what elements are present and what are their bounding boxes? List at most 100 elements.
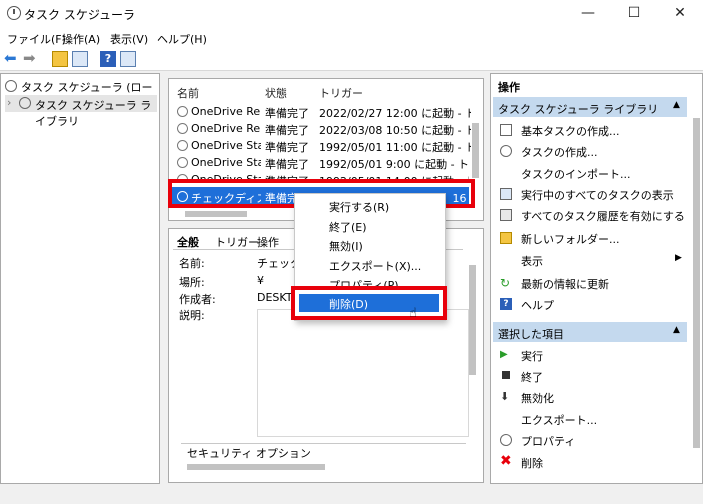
end-icon [502, 371, 510, 379]
table-row[interactable]: OneDrive Sta... 準備完了 1992/05/01 11:00 に起… [169, 137, 471, 154]
action-disable[interactable]: 無効化 [521, 390, 554, 406]
collapse-up-icon[interactable]: ▲ [673, 100, 680, 110]
toolbar: ⬅ ➡ ? [0, 48, 703, 71]
tab-general[interactable]: 全般 [177, 234, 199, 250]
delete-x-icon: ✖ [500, 453, 512, 469]
show-action-pane-icon[interactable] [120, 51, 136, 67]
history-icon [500, 209, 512, 221]
create-task-icon [500, 145, 512, 157]
vertical-scrollbar[interactable] [469, 265, 476, 375]
action-display-running[interactable]: 実行中のすべてのタスクの表示 [521, 187, 674, 203]
location-value: ¥ [257, 274, 264, 287]
folder-clock-icon [19, 97, 31, 109]
task-scheduler-icon [7, 6, 21, 20]
run-icon: ▶ [500, 349, 508, 360]
close-button[interactable]: ✕ [657, 0, 703, 28]
menu-help[interactable]: ヘルプ(H) [157, 31, 207, 47]
actions-header: 操作 [498, 81, 520, 94]
clock-icon [177, 123, 188, 134]
location-label: 場所: [179, 276, 205, 289]
action-export[interactable]: エクスポート... [521, 412, 597, 428]
name-label: 名前: [179, 257, 205, 270]
tab-actions[interactable]: 操作 [257, 234, 279, 250]
disable-icon: ⬇ [500, 390, 510, 403]
action-create-task[interactable]: タスクの作成... [521, 144, 598, 160]
action-delete[interactable]: 削除 [521, 455, 543, 471]
new-folder-icon [500, 232, 512, 244]
column-header-status[interactable]: 状態 [265, 85, 287, 101]
action-properties[interactable]: プロパティ [521, 433, 575, 449]
action-view[interactable]: 表示 [521, 253, 543, 269]
tab-triggers[interactable]: トリガー [215, 234, 259, 250]
menu-item-properties[interactable]: プロパティ(P) [329, 277, 399, 286]
horizontal-scrollbar[interactable] [187, 464, 325, 470]
section-header-selected[interactable]: 選択した項目 ▲ [493, 322, 687, 342]
menu-view[interactable]: 表示(V) [110, 31, 148, 47]
menu-item-end[interactable]: 終了(E) [329, 219, 367, 235]
running-tasks-icon [500, 188, 512, 200]
action-import-task[interactable]: タスクのインポート... [521, 166, 631, 182]
help-icon[interactable]: ? [100, 51, 116, 67]
description-box[interactable] [257, 309, 469, 437]
clock-icon [177, 106, 188, 117]
column-header-name[interactable]: 名前 [177, 85, 199, 101]
table-row[interactable]: OneDrive Sta... 準備完了 1992/05/01 9:00 に起動… [169, 154, 471, 171]
console-tree: タスク スケジューラ (ローカル) › タスク スケジューラ ライブラリ [0, 73, 160, 484]
back-arrow-icon[interactable]: ⬅ [4, 51, 20, 67]
clock-icon [5, 80, 17, 92]
tree-item-label: タスク スケジューラ ライブラリ [35, 99, 152, 128]
collapse-up-icon[interactable]: ▲ [673, 325, 680, 335]
action-help[interactable]: ヘルプ [521, 297, 554, 313]
action-refresh[interactable]: 最新の情報に更新 [521, 276, 609, 292]
menu-action[interactable]: 操作(A) [62, 31, 100, 47]
show-tree-icon[interactable] [72, 51, 88, 67]
task-trigger: 2022/03/08 10:50 に起動 - トリガー [319, 124, 471, 137]
menu-file[interactable]: ファイル(F) [7, 31, 66, 47]
task-name: OneDrive Re... [191, 122, 261, 135]
action-enable-history[interactable]: すべてのタスク履歴を有効にする [521, 208, 685, 224]
help-icon: ? [500, 298, 512, 310]
action-end[interactable]: 終了 [521, 369, 543, 385]
create-basic-task-icon [500, 124, 512, 136]
clock-icon [177, 140, 188, 151]
maximize-button[interactable]: ☐ [611, 0, 657, 28]
table-row[interactable]: OneDrive Re... 準備完了 2022/02/27 12:00 に起動… [169, 103, 471, 120]
properties-icon [500, 434, 512, 446]
task-status: 準備完了 [265, 107, 309, 120]
task-trigger: 1992/05/01 9:00 に起動 - トリガーさ [319, 158, 471, 171]
chevron-right-icon[interactable]: › [7, 96, 11, 109]
task-name: OneDrive Sta... [191, 156, 261, 169]
mouse-cursor-icon: ☝ [409, 306, 417, 321]
section-title: タスク スケジューラ ライブラリ [498, 103, 659, 116]
task-trigger: 1992/05/01 11:00 に起動 - トリガー [319, 141, 471, 154]
table-row[interactable]: OneDrive Re... 準備完了 2022/03/08 10:50 に起動… [169, 120, 471, 137]
refresh-icon: ↻ [500, 276, 511, 290]
menu-item-run[interactable]: 実行する(R) [329, 199, 389, 215]
section-header-library[interactable]: タスク スケジューラ ライブラリ ▲ [493, 97, 687, 117]
menu-bar: ファイル(F) 操作(A) 表示(V) ヘルプ(H) [0, 28, 703, 48]
folder-up-icon[interactable] [52, 51, 68, 67]
clock-icon [177, 157, 188, 168]
window-title: タスク スケジューラ [24, 8, 135, 22]
actions-pane: 操作 タスク スケジューラ ライブラリ ▲ 基本タスクの作成... タスクの作成… [490, 73, 703, 484]
action-new-folder[interactable]: 新しいフォルダー... [521, 231, 620, 247]
column-header-trigger[interactable]: トリガー [319, 85, 363, 101]
vertical-scrollbar[interactable] [693, 118, 700, 448]
action-create-basic-task[interactable]: 基本タスクの作成... [521, 123, 620, 139]
task-status: 準備完了 [265, 158, 309, 171]
task-name: OneDrive Re... [191, 105, 261, 118]
menu-item-export[interactable]: エクスポート(X)... [329, 258, 421, 274]
forward-arrow-icon[interactable]: ➡ [23, 51, 39, 67]
description-label: 説明: [179, 309, 205, 322]
security-options-label: セキュリティ オプション [187, 447, 311, 460]
task-status: 準備完了 [265, 124, 309, 137]
action-run[interactable]: 実行 [521, 348, 543, 364]
vertical-scrollbar[interactable] [472, 123, 479, 178]
author-label: 作成者: [179, 293, 216, 306]
annotation-highlight-delete [291, 286, 447, 320]
minimize-button[interactable]: — [565, 0, 611, 28]
menu-item-disable[interactable]: 無効(I) [329, 238, 363, 254]
horizontal-scrollbar[interactable] [185, 211, 247, 217]
tree-item-library[interactable]: › タスク スケジューラ ライブラリ [5, 95, 157, 128]
task-trigger: 2022/02/27 12:00 に起動 - トリガー [319, 107, 471, 120]
